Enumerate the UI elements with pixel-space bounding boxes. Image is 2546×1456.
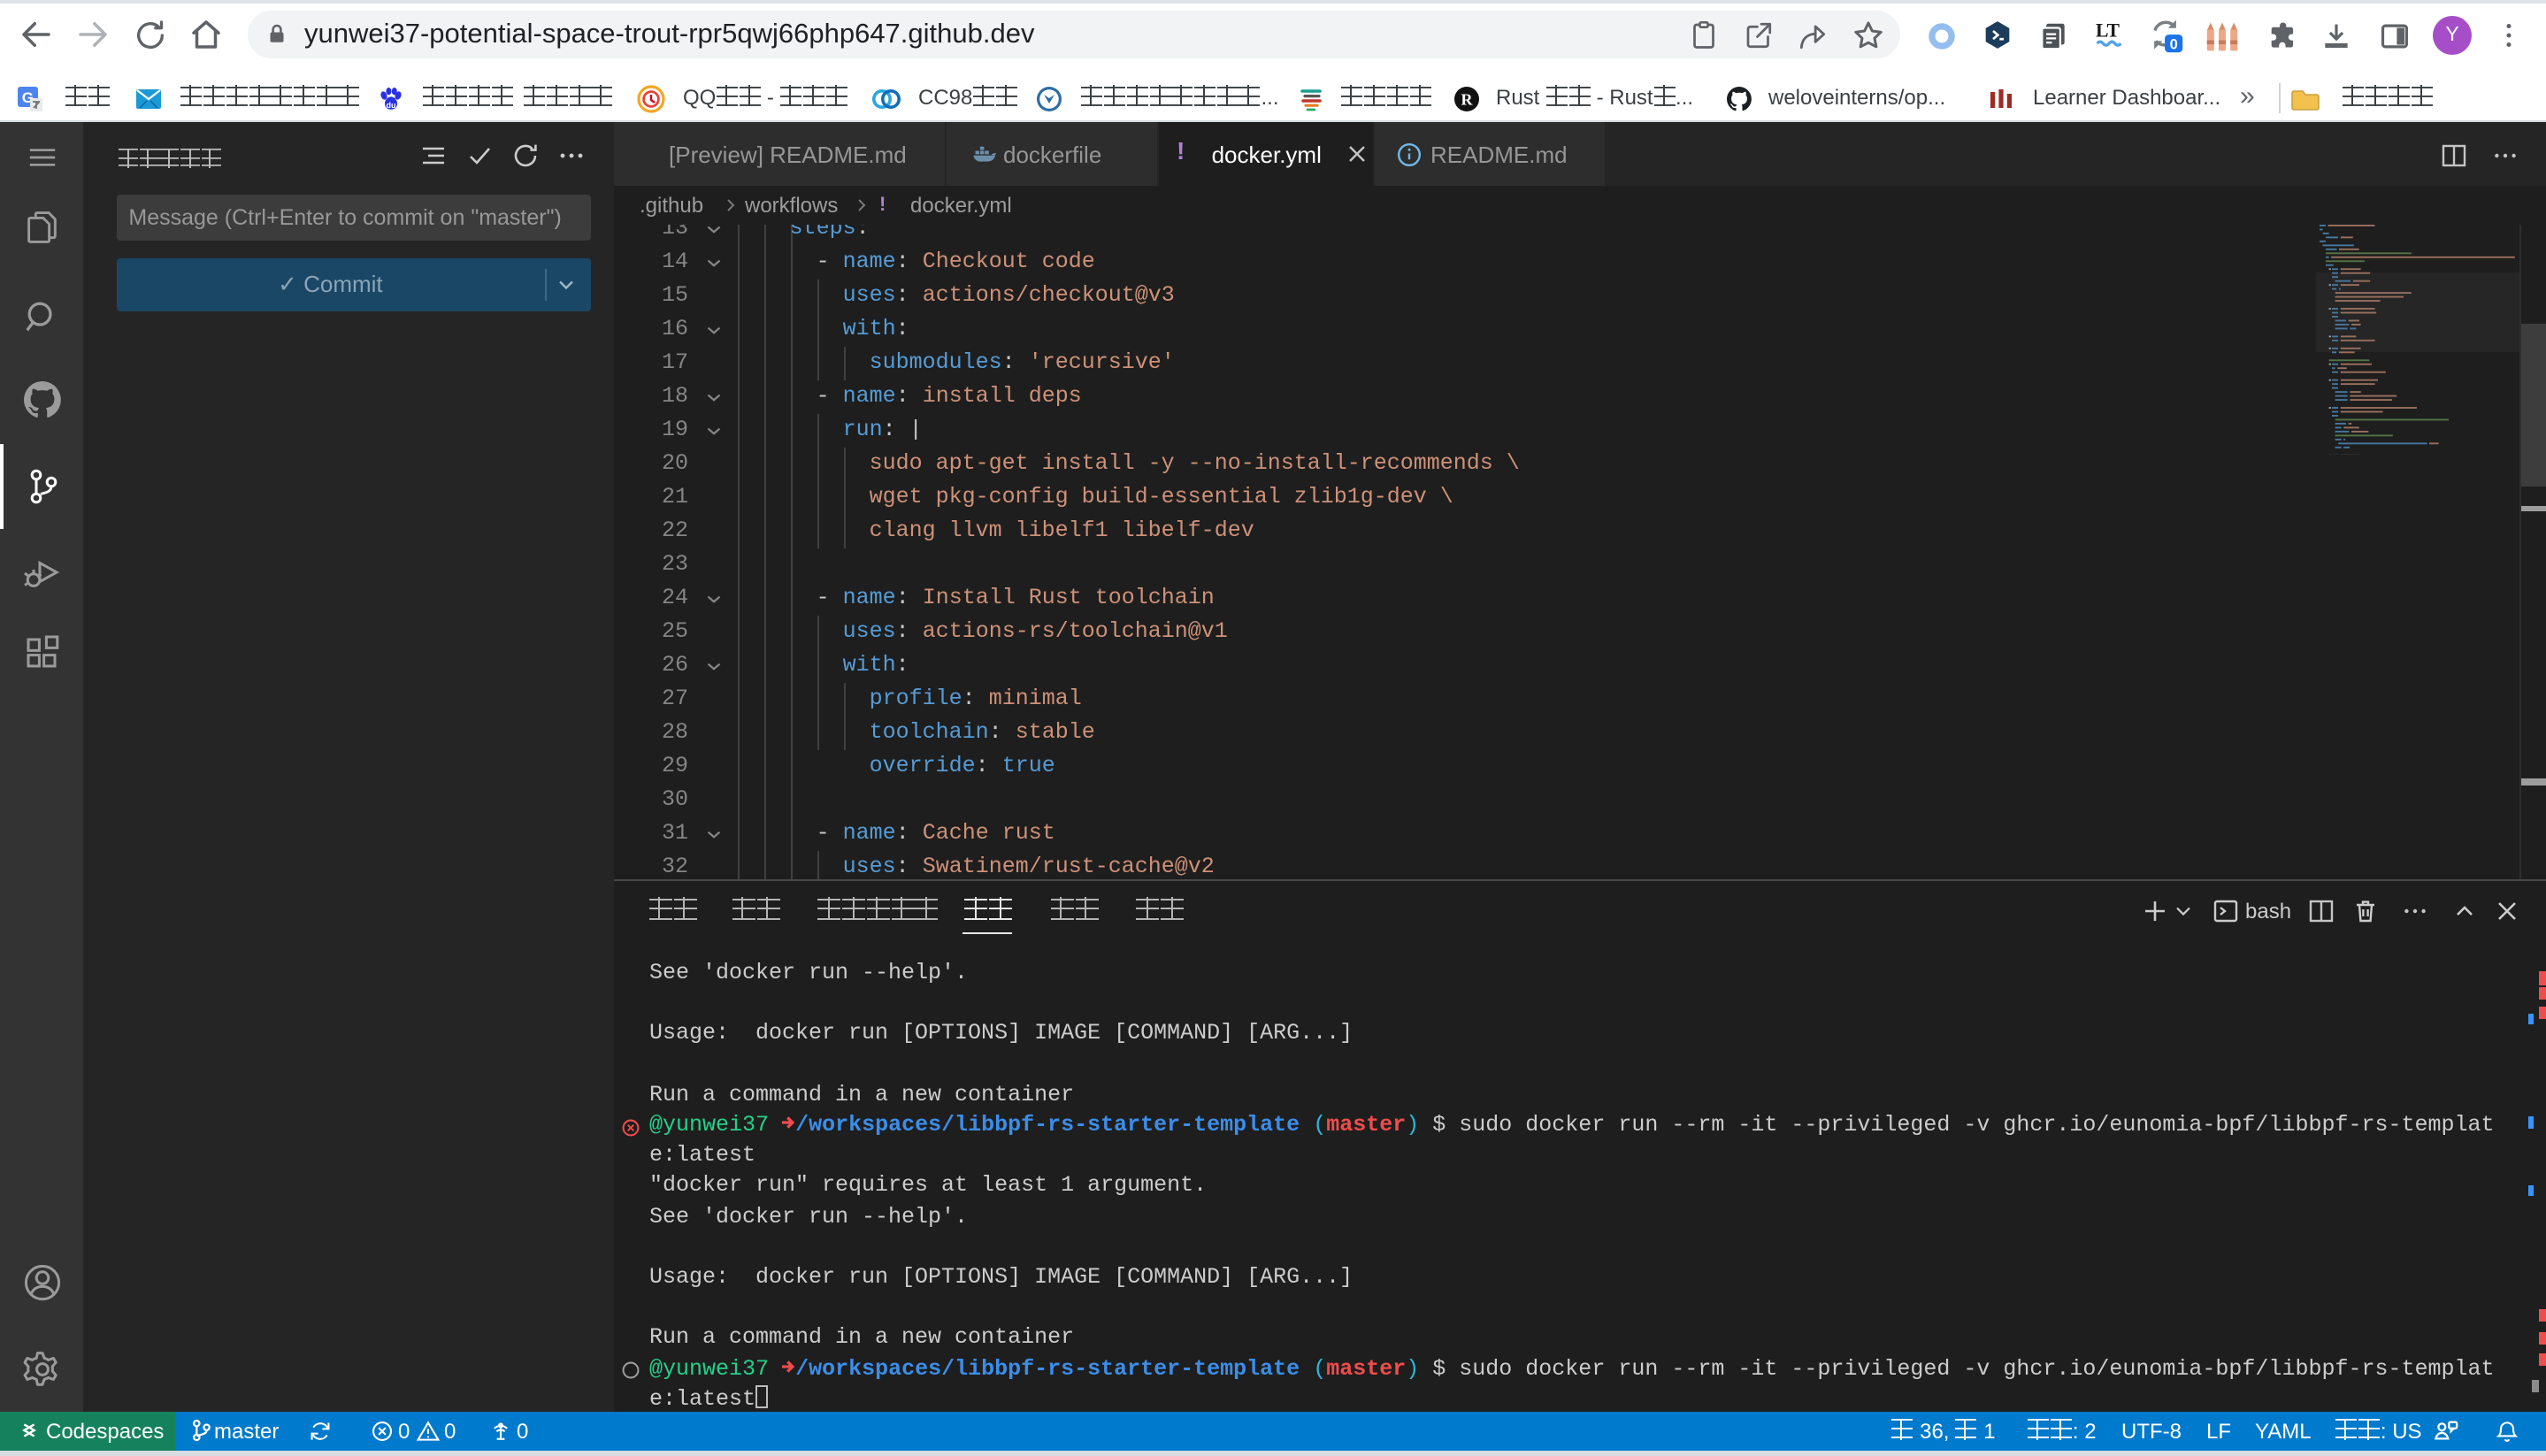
- svg-text:du: du: [386, 100, 395, 109]
- svg-text:LT: LT: [2095, 20, 2119, 42]
- svg-text:0: 0: [2169, 36, 2177, 52]
- svg-text:R: R: [1461, 89, 1473, 107]
